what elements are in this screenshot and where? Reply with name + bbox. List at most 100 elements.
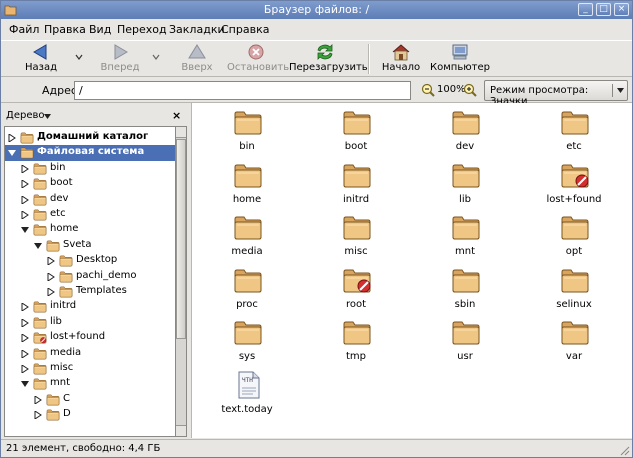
menu-bookmarks[interactable]: Закладки (169, 23, 225, 36)
home-folder-icon (20, 132, 34, 144)
menu-go[interactable]: Переход (117, 23, 167, 36)
folder-item[interactable]: var (534, 318, 614, 368)
close-window-button[interactable]: × (614, 3, 629, 16)
expander-closed-icon[interactable] (21, 303, 29, 312)
folder-item[interactable]: mnt (425, 213, 505, 263)
resize-grip-icon[interactable] (618, 444, 630, 456)
home-button[interactable]: Начало (379, 41, 423, 77)
tree-item-label: Sveta (63, 238, 92, 250)
menu-edit[interactable]: Правка (44, 23, 86, 36)
tree-item[interactable]: Desktop (5, 253, 175, 269)
side-pane-selector[interactable]: Дерево (6, 110, 44, 121)
expander-closed-icon[interactable] (21, 195, 29, 204)
file-item[interactable]: ЧТН text.today (207, 371, 287, 421)
tree-item[interactable]: Файловая система (5, 145, 175, 162)
tree-item[interactable]: Sveta (5, 238, 175, 254)
expander-open-icon[interactable] (21, 226, 29, 234)
maximize-button[interactable]: □ (596, 3, 611, 16)
expander-closed-icon[interactable] (47, 257, 55, 266)
tree-item[interactable]: D (5, 407, 175, 423)
scroll-down-arrow-icon[interactable] (176, 425, 186, 436)
folder-item[interactable]: boot (316, 108, 396, 158)
expander-closed-icon[interactable] (34, 395, 42, 404)
back-button[interactable]: Назад (15, 41, 67, 77)
address-input[interactable] (74, 81, 411, 100)
folder-item[interactable]: selinux (534, 266, 614, 316)
back-history-chevron-icon[interactable] (75, 53, 83, 61)
tree-item[interactable]: media (5, 346, 175, 362)
folder-item[interactable]: bin (207, 108, 287, 158)
zoom-in-icon[interactable] (463, 83, 477, 97)
folder-item[interactable]: proc (207, 266, 287, 316)
minimize-button[interactable]: _ (578, 3, 593, 16)
stop-button[interactable]: Остановить (227, 41, 289, 77)
expander-closed-icon[interactable] (21, 334, 29, 343)
scrollbar-thumb[interactable] (176, 139, 186, 339)
folder-item[interactable]: lost+found (534, 161, 614, 211)
file-icon-view[interactable]: bin boot dev etc home initrd lib lost+found medi… (191, 103, 632, 438)
forward-button[interactable]: Вперед (95, 41, 145, 77)
expander-closed-icon[interactable] (34, 411, 42, 420)
tree-item[interactable]: Templates (5, 284, 175, 300)
folder-icon (343, 164, 371, 187)
scroll-up-arrow-icon[interactable] (176, 127, 186, 138)
folder-item[interactable]: tmp (316, 318, 396, 368)
folder-item[interactable]: root (316, 266, 396, 316)
expander-closed-icon[interactable] (21, 211, 29, 219)
folder-item[interactable]: dev (425, 108, 505, 158)
location-bar: Адрес: 100% Режим просмотра: Значки (1, 78, 632, 107)
folder-item[interactable]: home (207, 161, 287, 211)
tree-item-label: lost+found (50, 331, 106, 343)
folder-item[interactable]: sbin (425, 266, 505, 316)
up-button[interactable]: Вверх (174, 41, 220, 77)
folder-item[interactable]: lib (425, 161, 505, 211)
zoom-out-icon[interactable] (421, 83, 435, 97)
expander-open-icon[interactable] (34, 242, 42, 250)
menu-file[interactable]: Файл (9, 23, 39, 36)
tree-item[interactable]: dev (5, 192, 175, 208)
folder-item[interactable]: media (207, 213, 287, 263)
tree-item[interactable]: initrd (5, 299, 175, 315)
reload-button[interactable]: Перезагрузить (289, 41, 368, 77)
tree-item[interactable]: misc (5, 361, 175, 377)
expander-closed-icon[interactable] (21, 365, 29, 373)
tree-scrollbar[interactable] (176, 126, 187, 437)
expander-closed-icon[interactable] (21, 349, 29, 358)
folder-item[interactable]: opt (534, 213, 614, 263)
folder-icon (33, 302, 47, 313)
tree-item[interactable]: Домашний каталог (5, 130, 175, 146)
expander-closed-icon[interactable] (21, 180, 29, 189)
close-pane-button[interactable]: × (172, 109, 181, 122)
expander-closed-icon[interactable] (8, 134, 16, 142)
forward-history-chevron-icon[interactable] (152, 53, 160, 61)
tree-item[interactable]: C (5, 392, 175, 408)
tree-item[interactable]: bin (5, 161, 175, 177)
expander-open-icon[interactable] (8, 149, 16, 157)
folder-item[interactable]: usr (425, 318, 505, 368)
folder-item[interactable]: misc (316, 213, 396, 263)
tree-item[interactable]: lib (5, 315, 175, 331)
tree-item[interactable]: home (5, 222, 175, 238)
expander-closed-icon[interactable] (21, 318, 29, 327)
tree-item[interactable]: boot (5, 176, 175, 192)
expander-closed-icon[interactable] (47, 272, 55, 281)
tree-item[interactable]: lost+found (5, 330, 175, 346)
view-mode-select[interactable]: Режим просмотра: Значки (484, 80, 628, 107)
chevron-down-icon (617, 88, 624, 93)
expander-closed-icon[interactable] (47, 288, 55, 296)
menu-help[interactable]: Справка (221, 23, 269, 36)
zoom-level[interactable]: 100% (437, 84, 466, 95)
tree-item[interactable]: etc (5, 207, 175, 223)
folder-item[interactable]: initrd (316, 161, 396, 211)
folder-tree[interactable]: Домашний каталог Файловая система bin boot d… (4, 126, 176, 437)
menu-view[interactable]: Вид (89, 23, 111, 36)
folder-icon (33, 178, 47, 190)
folder-item[interactable]: etc (534, 108, 614, 158)
expander-open-icon[interactable] (21, 380, 29, 388)
folder-item[interactable]: sys (207, 318, 287, 368)
computer-button[interactable]: Компьютер (430, 41, 490, 77)
tree-item[interactable]: mnt (5, 376, 175, 392)
expander-closed-icon[interactable] (21, 164, 29, 173)
chevron-down-icon[interactable] (44, 114, 51, 119)
tree-item[interactable]: pachi_demo (5, 269, 175, 285)
